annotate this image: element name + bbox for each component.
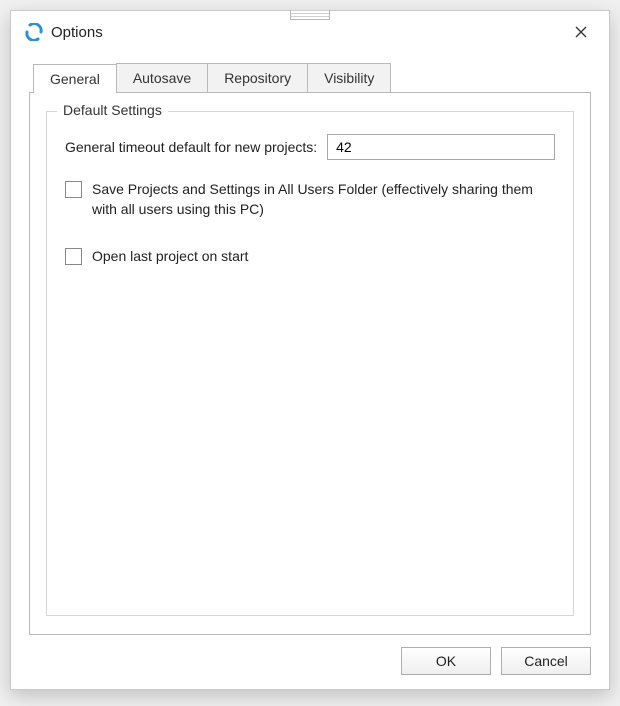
cancel-button[interactable]: Cancel: [501, 647, 591, 675]
close-icon: [575, 26, 587, 38]
timeout-input[interactable]: [327, 134, 555, 160]
group-legend: Default Settings: [57, 102, 168, 118]
timeout-label: General timeout default for new projects…: [65, 139, 317, 155]
open-last-project-checkbox[interactable]: [65, 248, 82, 265]
save-all-users-row: Save Projects and Settings in All Users …: [65, 180, 555, 219]
tab-visibility[interactable]: Visibility: [307, 63, 391, 92]
dialog-body: General Autosave Repository Visibility D…: [11, 53, 609, 689]
drag-handle-icon[interactable]: [290, 10, 330, 20]
timeout-row: General timeout default for new projects…: [65, 134, 555, 160]
open-last-project-label: Open last project on start: [92, 247, 248, 267]
save-all-users-label: Save Projects and Settings in All Users …: [92, 180, 545, 219]
default-settings-group: Default Settings General timeout default…: [46, 111, 574, 616]
save-all-users-checkbox[interactable]: [65, 181, 82, 198]
tab-general[interactable]: General: [33, 64, 117, 93]
options-dialog: Options General Autosave Repository Visi…: [10, 10, 610, 690]
tab-strip: General Autosave Repository Visibility: [33, 63, 591, 92]
open-last-project-row: Open last project on start: [65, 247, 555, 267]
options-app-icon: [25, 23, 43, 41]
dialog-footer: OK Cancel: [29, 635, 591, 675]
close-button[interactable]: [563, 18, 599, 46]
tab-repository[interactable]: Repository: [207, 63, 308, 92]
tab-autosave[interactable]: Autosave: [116, 63, 208, 92]
ok-button[interactable]: OK: [401, 647, 491, 675]
tab-panel-general: Default Settings General timeout default…: [29, 92, 591, 635]
window-title: Options: [51, 24, 563, 41]
